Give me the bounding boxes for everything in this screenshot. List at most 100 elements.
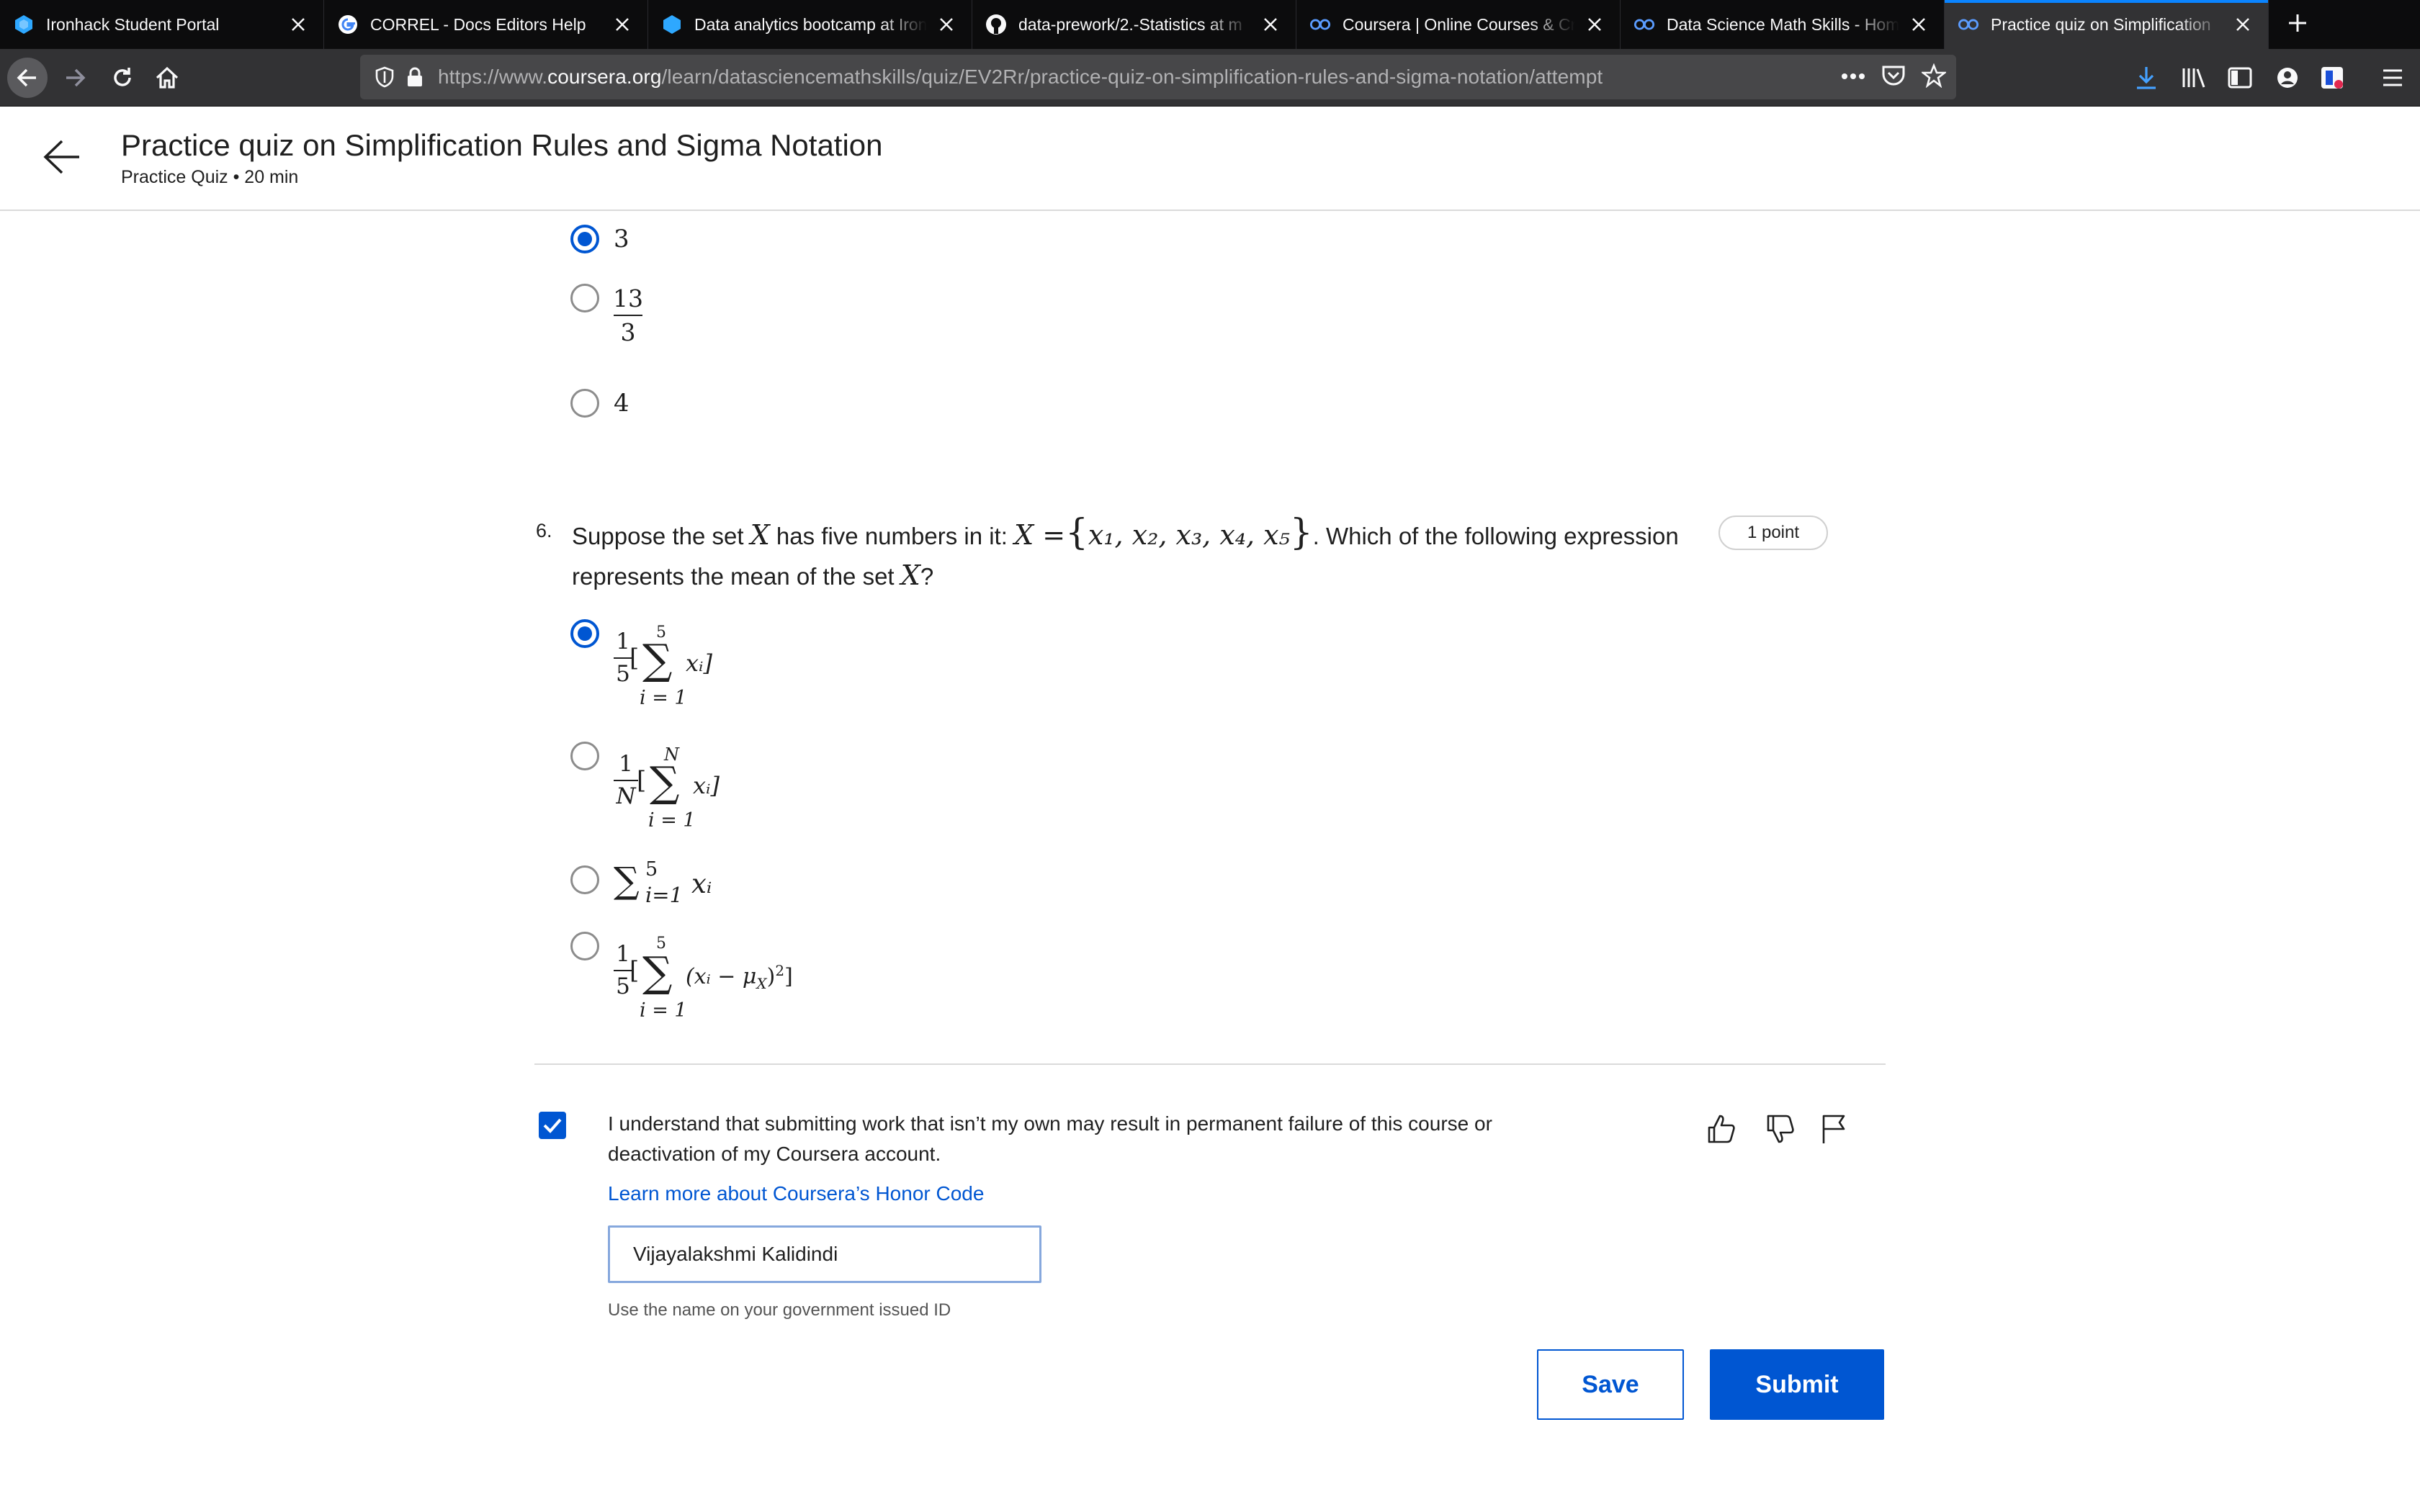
sum-lower-limit: i=1 <box>645 883 684 907</box>
extension-icon[interactable] <box>2313 59 2351 96</box>
close-tab-icon[interactable] <box>1906 12 1931 37</box>
option-body-main: (xᵢ − μ <box>686 964 757 989</box>
bookmark-star-icon[interactable] <box>1920 62 1948 91</box>
sum-lower-limit: i = 1 <box>640 999 687 1022</box>
github-icon <box>985 14 1007 35</box>
page-title: Practice quiz on Simplification Rules an… <box>121 128 883 162</box>
arrow-right-icon <box>66 68 86 87</box>
fraction-denominator: 3 <box>620 318 636 346</box>
fraction-numerator: 13 <box>613 284 643 312</box>
option-body: xᵢ] <box>693 772 720 799</box>
sum-lower-limit: i = 1 <box>648 809 696 832</box>
downloads-icon[interactable] <box>2128 59 2165 96</box>
address-bar[interactable]: https://www.coursera.org/learn/datascien… <box>360 55 1956 99</box>
option-body: xᵢ] <box>686 649 712 677</box>
tab-title: Data analytics bootcamp at Iron <box>694 14 927 34</box>
option-body: (xᵢ − μX)2] <box>686 962 793 992</box>
close-tab-icon[interactable] <box>2231 12 2255 37</box>
fraction-bar <box>614 315 642 316</box>
bracket-open: [ <box>629 644 640 672</box>
new-tab-button[interactable] <box>2269 0 2326 49</box>
save-button[interactable]: Save <box>1537 1349 1684 1420</box>
q5-option-radio[interactable] <box>570 225 599 253</box>
url-path: /learn/datasciencemathskills/quiz/EV2Rr/… <box>661 66 1603 88</box>
q5-option-radio[interactable] <box>570 284 599 312</box>
question-text-part: . Which of the following expression <box>1312 523 1679 549</box>
name-input-help: Use the name on your government issued I… <box>608 1300 951 1320</box>
sum-lower-limit: i = 1 <box>640 687 687 709</box>
sigma-symbol: ∑ <box>650 757 680 806</box>
question-text-part: ? <box>920 563 934 590</box>
fraction-numerator: 1 <box>616 629 630 654</box>
ironhack-icon <box>13 14 35 35</box>
browser-tab[interactable]: Data Science Math Skills - Hom <box>1621 0 1945 49</box>
bracket-close: ] <box>784 964 793 989</box>
coursera-icon <box>1958 14 1979 35</box>
honor-code-link[interactable]: Learn more about Coursera’s Honor Code <box>608 1182 984 1205</box>
reload-button[interactable] <box>102 58 143 98</box>
honor-code-checkbox[interactable] <box>539 1112 566 1139</box>
menu-icon[interactable] <box>2374 59 2411 96</box>
browser-tab[interactable]: CORREL - Docs Editors Help <box>324 0 648 49</box>
q6-option-radio[interactable] <box>570 742 599 770</box>
address-bar-actions <box>1841 55 1948 99</box>
browser-tab[interactable]: data-prework/2.-Statistics at m <box>972 0 1296 49</box>
back-button[interactable] <box>7 58 48 98</box>
pocket-icon[interactable] <box>1881 64 1906 91</box>
q6-option-radio[interactable] <box>570 619 599 648</box>
tab-title: Data Science Math Skills - Hom <box>1667 14 1899 34</box>
library-icon[interactable] <box>2175 59 2213 96</box>
close-tab-icon[interactable] <box>1258 12 1283 37</box>
math-brace: } <box>1289 511 1313 553</box>
flag-icon[interactable] <box>1815 1110 1852 1148</box>
back-to-course-button[interactable] <box>40 135 84 179</box>
quiz-header: Practice quiz on Simplification Rules an… <box>0 107 2420 211</box>
checkmark-icon <box>543 1118 562 1133</box>
thumbs-down-icon[interactable] <box>1762 1110 1799 1148</box>
tab-title: CORREL - Docs Editors Help <box>370 14 586 34</box>
sigma-symbol: ∑ <box>614 860 640 901</box>
question-text-part: Suppose the set <box>572 523 744 549</box>
sidebar-icon[interactable] <box>2221 59 2259 96</box>
tab-title: Ironhack Student Portal <box>46 14 220 34</box>
browser-tab-bar: Ironhack Student Portal CORREL - Docs Ed… <box>0 0 2420 49</box>
close-tab-icon[interactable] <box>610 12 635 37</box>
math-brace: { <box>1065 511 1088 553</box>
browser-tab[interactable]: Ironhack Student Portal <box>0 0 324 49</box>
section-divider <box>534 1063 1886 1065</box>
question-number: 6. <box>536 520 552 541</box>
reload-icon <box>114 68 131 86</box>
account-icon[interactable] <box>2269 59 2306 96</box>
q5-option-radio[interactable] <box>570 389 599 418</box>
close-tab-icon[interactable] <box>934 12 959 37</box>
q6-option-radio[interactable] <box>570 865 599 894</box>
math-set-lhs: X = <box>1014 519 1066 551</box>
fraction-bar <box>614 780 638 781</box>
option-body-tail: ) <box>766 964 776 989</box>
shield-icon[interactable] <box>370 63 399 91</box>
url-text[interactable]: https://www.coursera.org/learn/datascien… <box>438 66 1603 89</box>
option-body-subscript: X <box>756 975 767 992</box>
forward-button[interactable] <box>55 58 95 98</box>
legal-name-input[interactable] <box>608 1225 1041 1283</box>
browser-tab[interactable]: Coursera | Online Courses & Cr <box>1296 0 1621 49</box>
google-icon <box>337 14 359 35</box>
sigma-symbol: ∑ <box>642 635 673 684</box>
arrow-left-icon <box>17 68 36 87</box>
plus-icon <box>2287 12 2308 37</box>
coursera-icon <box>1634 14 1655 35</box>
browser-tab-active[interactable]: Practice quiz on Simplification <box>1945 0 2269 49</box>
lock-icon[interactable] <box>400 63 429 91</box>
page-actions-icon[interactable] <box>1841 71 1865 84</box>
url-host: coursera.org <box>547 66 662 88</box>
q6-option-radio[interactable] <box>570 932 599 960</box>
close-tab-icon[interactable] <box>286 12 310 37</box>
q5-option-label: 4 <box>614 389 629 418</box>
browser-tab[interactable]: Data analytics bootcamp at Iron <box>648 0 972 49</box>
math-variable: X <box>750 519 770 551</box>
home-button[interactable] <box>147 58 187 98</box>
thumbs-up-icon[interactable] <box>1703 1110 1740 1148</box>
submit-button[interactable]: Submit <box>1710 1349 1884 1420</box>
q5-option-fraction: 13 3 <box>613 284 643 346</box>
close-tab-icon[interactable] <box>1582 12 1607 37</box>
